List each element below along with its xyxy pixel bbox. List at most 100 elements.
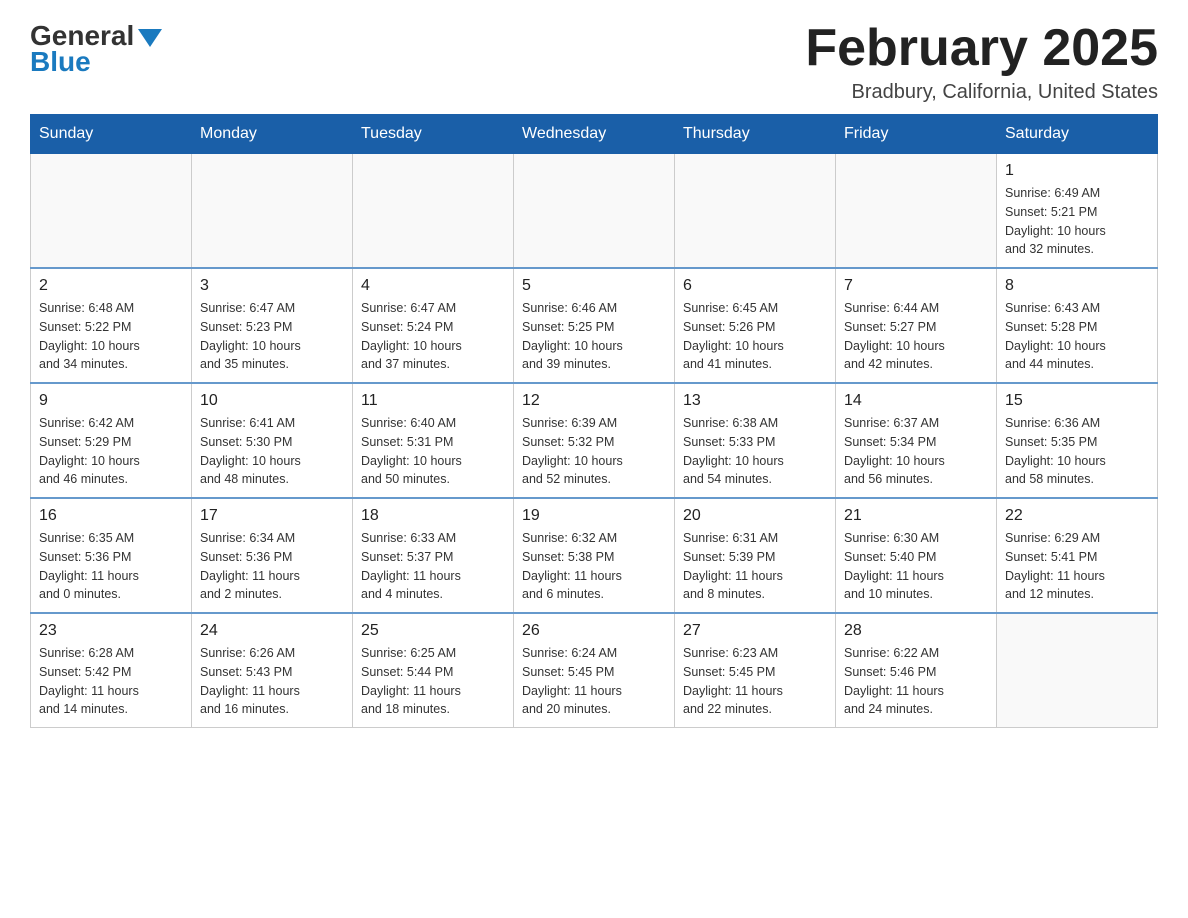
day-number: 25 — [361, 622, 505, 640]
day-info: Sunrise: 6:47 AMSunset: 5:23 PMDaylight:… — [200, 299, 344, 374]
day-number: 1 — [1005, 162, 1149, 180]
calendar-day-cell: 4Sunrise: 6:47 AMSunset: 5:24 PMDaylight… — [353, 268, 514, 383]
day-info: Sunrise: 6:37 AMSunset: 5:34 PMDaylight:… — [844, 414, 988, 489]
calendar-week-row: 9 Sunrise: 6:42 AMSunset: 5:29 PMDaylight… — [31, 383, 1158, 498]
calendar-header-thursday: Thursday — [675, 115, 836, 154]
day-number: 11 — [361, 392, 505, 410]
calendar-header-monday: Monday — [192, 115, 353, 154]
day-info: Sunrise: 6:38 AMSunset: 5:33 PMDaylight:… — [683, 414, 827, 489]
calendar-day-cell — [192, 154, 353, 269]
day-info: Sunrise: 6:32 AMSunset: 5:38 PMDaylight:… — [522, 529, 666, 604]
calendar-day-cell: 5 Sunrise: 6:46 AMSunset: 5:25 PMDaylight… — [514, 268, 675, 383]
day-info: Sunrise: 6:33 AMSunset: 5:37 PMDaylight:… — [361, 529, 505, 604]
day-info: Sunrise: 6:42 AMSunset: 5:29 PMDaylight:… — [39, 414, 183, 489]
calendar-day-cell: 22 Sunrise: 6:29 AMSunset: 5:41 PMDayligh… — [997, 498, 1158, 613]
day-number: 28 — [844, 622, 988, 640]
day-info: Sunrise: 6:23 AMSunset: 5:45 PMDaylight:… — [683, 644, 827, 719]
day-info: Sunrise: 6:45 AMSunset: 5:26 PMDaylight:… — [683, 299, 827, 374]
day-number: 22 — [1005, 507, 1149, 525]
calendar-day-cell: 26 Sunrise: 6:24 AMSunset: 5:45 PMDayligh… — [514, 613, 675, 728]
day-number: 24 — [200, 622, 344, 640]
day-number: 8 — [1005, 277, 1149, 295]
calendar-day-cell — [31, 154, 192, 269]
calendar-day-cell: 19 Sunrise: 6:32 AMSunset: 5:38 PMDayligh… — [514, 498, 675, 613]
calendar-day-cell — [836, 154, 997, 269]
day-info: Sunrise: 6:28 AMSunset: 5:42 PMDaylight:… — [39, 644, 183, 719]
day-info: Sunrise: 6:46 AMSunset: 5:25 PMDaylight:… — [522, 299, 666, 374]
day-info: Sunrise: 6:30 AMSunset: 5:40 PMDaylight:… — [844, 529, 988, 604]
day-info: Sunrise: 6:47 AMSunset: 5:24 PMDaylight:… — [361, 299, 505, 374]
calendar-week-row: 1Sunrise: 6:49 AMSunset: 5:21 PMDaylight… — [31, 154, 1158, 269]
calendar-day-cell: 14 Sunrise: 6:37 AMSunset: 5:34 PMDayligh… — [836, 383, 997, 498]
day-info: Sunrise: 6:29 AMSunset: 5:41 PMDaylight:… — [1005, 529, 1149, 604]
calendar-header-wednesday: Wednesday — [514, 115, 675, 154]
calendar-day-cell: 21Sunrise: 6:30 AMSunset: 5:40 PMDayligh… — [836, 498, 997, 613]
day-number: 5 — [522, 277, 666, 295]
day-info: Sunrise: 6:43 AMSunset: 5:28 PMDaylight:… — [1005, 299, 1149, 374]
calendar-day-cell — [514, 154, 675, 269]
calendar-day-cell: 15Sunrise: 6:36 AMSunset: 5:35 PMDayligh… — [997, 383, 1158, 498]
day-number: 17 — [200, 507, 344, 525]
logo-arrow-icon — [138, 29, 162, 47]
day-info: Sunrise: 6:25 AMSunset: 5:44 PMDaylight:… — [361, 644, 505, 719]
day-number: 27 — [683, 622, 827, 640]
calendar-day-cell: 1Sunrise: 6:49 AMSunset: 5:21 PMDaylight… — [997, 154, 1158, 269]
logo: General Blue — [30, 20, 162, 78]
calendar-week-row: 16 Sunrise: 6:35 AMSunset: 5:36 PMDayligh… — [31, 498, 1158, 613]
day-number: 7 — [844, 277, 988, 295]
logo-blue-text: Blue — [30, 46, 91, 78]
day-number: 15 — [1005, 392, 1149, 410]
day-number: 12 — [522, 392, 666, 410]
month-title: February 2025 — [805, 20, 1158, 77]
calendar-day-cell — [997, 613, 1158, 728]
day-number: 19 — [522, 507, 666, 525]
calendar-header-friday: Friday — [836, 115, 997, 154]
day-number: 26 — [522, 622, 666, 640]
day-number: 14 — [844, 392, 988, 410]
calendar-header-row: SundayMondayTuesdayWednesdayThursdayFrid… — [31, 115, 1158, 154]
day-info: Sunrise: 6:34 AMSunset: 5:36 PMDaylight:… — [200, 529, 344, 604]
calendar-day-cell: 17 Sunrise: 6:34 AMSunset: 5:36 PMDayligh… — [192, 498, 353, 613]
day-info: Sunrise: 6:24 AMSunset: 5:45 PMDaylight:… — [522, 644, 666, 719]
day-info: Sunrise: 6:26 AMSunset: 5:43 PMDaylight:… — [200, 644, 344, 719]
calendar-header-sunday: Sunday — [31, 115, 192, 154]
calendar-day-cell: 11 Sunrise: 6:40 AMSunset: 5:31 PMDayligh… — [353, 383, 514, 498]
day-number: 20 — [683, 507, 827, 525]
calendar-day-cell: 12 Sunrise: 6:39 AMSunset: 5:32 PMDayligh… — [514, 383, 675, 498]
day-number: 16 — [39, 507, 183, 525]
calendar-day-cell: 9 Sunrise: 6:42 AMSunset: 5:29 PMDaylight… — [31, 383, 192, 498]
calendar-day-cell: 6Sunrise: 6:45 AMSunset: 5:26 PMDaylight… — [675, 268, 836, 383]
day-info: Sunrise: 6:40 AMSunset: 5:31 PMDaylight:… — [361, 414, 505, 489]
calendar-day-cell: 16 Sunrise: 6:35 AMSunset: 5:36 PMDayligh… — [31, 498, 192, 613]
day-info: Sunrise: 6:35 AMSunset: 5:36 PMDaylight:… — [39, 529, 183, 604]
calendar-day-cell: 23 Sunrise: 6:28 AMSunset: 5:42 PMDayligh… — [31, 613, 192, 728]
calendar-day-cell: 28 Sunrise: 6:22 AMSunset: 5:46 PMDayligh… — [836, 613, 997, 728]
title-block: February 2025 Bradbury, California, Unit… — [805, 20, 1158, 104]
day-number: 3 — [200, 277, 344, 295]
calendar-day-cell: 2Sunrise: 6:48 AMSunset: 5:22 PMDaylight… — [31, 268, 192, 383]
calendar-day-cell: 13 Sunrise: 6:38 AMSunset: 5:33 PMDayligh… — [675, 383, 836, 498]
calendar-day-cell: 10 Sunrise: 6:41 AMSunset: 5:30 PMDayligh… — [192, 383, 353, 498]
day-number: 23 — [39, 622, 183, 640]
calendar-header-tuesday: Tuesday — [353, 115, 514, 154]
day-number: 10 — [200, 392, 344, 410]
calendar-header-saturday: Saturday — [997, 115, 1158, 154]
calendar-day-cell: 25 Sunrise: 6:25 AMSunset: 5:44 PMDayligh… — [353, 613, 514, 728]
calendar-day-cell: 18 Sunrise: 6:33 AMSunset: 5:37 PMDayligh… — [353, 498, 514, 613]
calendar-day-cell: 24 Sunrise: 6:26 AMSunset: 5:43 PMDayligh… — [192, 613, 353, 728]
day-number: 9 — [39, 392, 183, 410]
calendar-day-cell: 20Sunrise: 6:31 AMSunset: 5:39 PMDayligh… — [675, 498, 836, 613]
day-info: Sunrise: 6:22 AMSunset: 5:46 PMDaylight:… — [844, 644, 988, 719]
calendar-day-cell: 3 Sunrise: 6:47 AMSunset: 5:23 PMDaylight… — [192, 268, 353, 383]
day-info: Sunrise: 6:41 AMSunset: 5:30 PMDaylight:… — [200, 414, 344, 489]
page-header: General Blue February 2025 Bradbury, Cal… — [30, 20, 1158, 104]
calendar-week-row: 23 Sunrise: 6:28 AMSunset: 5:42 PMDayligh… — [31, 613, 1158, 728]
day-info: Sunrise: 6:44 AMSunset: 5:27 PMDaylight:… — [844, 299, 988, 374]
calendar-day-cell — [353, 154, 514, 269]
day-number: 18 — [361, 507, 505, 525]
calendar-day-cell: 8 Sunrise: 6:43 AMSunset: 5:28 PMDaylight… — [997, 268, 1158, 383]
day-number: 13 — [683, 392, 827, 410]
day-info: Sunrise: 6:39 AMSunset: 5:32 PMDaylight:… — [522, 414, 666, 489]
calendar-table: SundayMondayTuesdayWednesdayThursdayFrid… — [30, 114, 1158, 728]
day-info: Sunrise: 6:48 AMSunset: 5:22 PMDaylight:… — [39, 299, 183, 374]
